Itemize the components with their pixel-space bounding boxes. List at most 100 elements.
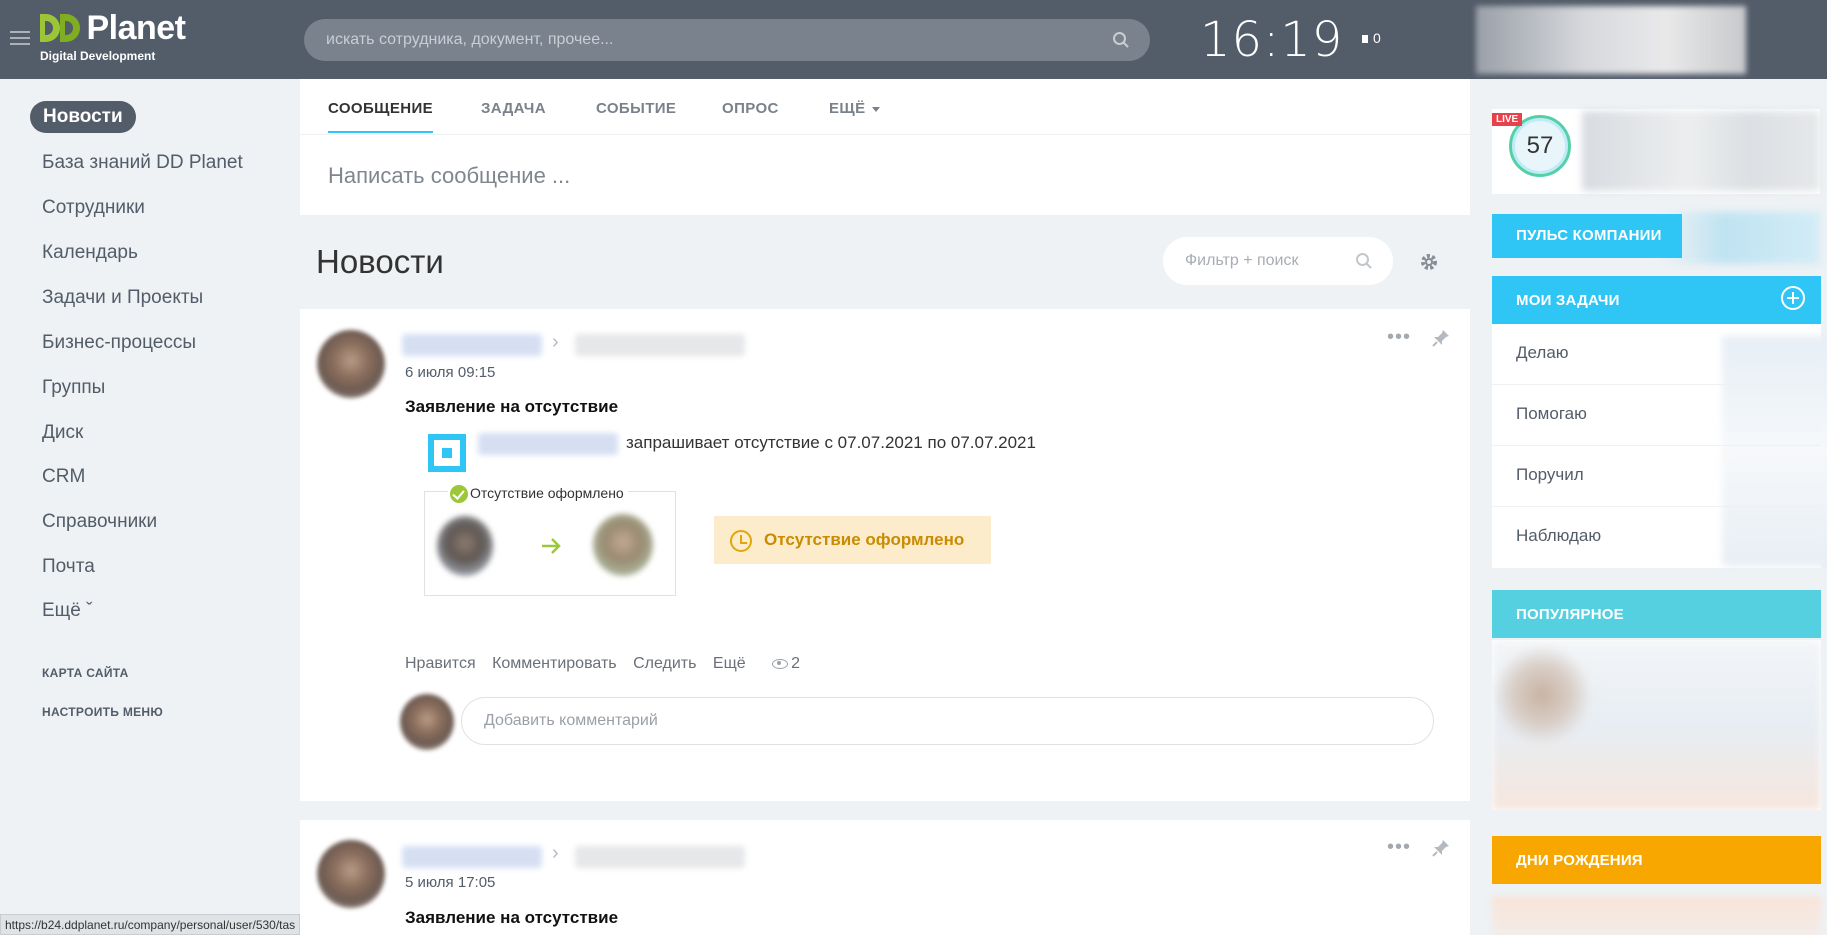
menu-item-calendar[interactable]: Календарь xyxy=(30,236,150,270)
company-pulse-header[interactable]: ПУЛЬС КОМПАНИИ xyxy=(1492,214,1682,258)
menu-item-news[interactable]: Новости xyxy=(30,101,136,133)
post-title: Заявление на отсутствие xyxy=(405,908,619,927)
more-link[interactable]: Ещё xyxy=(713,655,746,672)
global-search[interactable] xyxy=(304,19,1150,61)
browser-status-url: https://b24.ddplanet.ru/company/personal… xyxy=(0,914,300,935)
author-name-blurred[interactable] xyxy=(402,846,542,868)
clock-icon xyxy=(730,530,752,552)
chevron-right-icon: › xyxy=(552,331,559,353)
check-icon xyxy=(450,485,468,503)
task-item-assigned[interactable]: Поручил xyxy=(1492,446,1821,507)
post-date[interactable]: 5 июля 17:05 xyxy=(405,874,495,891)
recipient-blurred[interactable] xyxy=(575,846,745,868)
popular-content[interactable] xyxy=(1492,640,1821,810)
flag-icon xyxy=(1362,35,1368,43)
menu-item-more[interactable]: Ещё ˇ xyxy=(30,594,104,628)
live-content-blurred xyxy=(1582,111,1820,191)
arrow-right-icon xyxy=(542,538,561,554)
company-logo[interactable]: Planet Digital Development xyxy=(40,9,186,63)
like-link[interactable]: Нравится xyxy=(405,655,476,672)
configure-menu-link[interactable]: НАСТРОИТЬ МЕНЮ xyxy=(42,705,163,719)
birthdays-header[interactable]: ДНИ РОЖДЕНИЯ xyxy=(1492,836,1821,884)
clock-time[interactable]: 16:19 xyxy=(1200,12,1343,68)
absence-request-icon xyxy=(428,434,466,472)
menu-item-business-processes[interactable]: Бизнес-процессы xyxy=(30,326,208,360)
menu-item-crm[interactable]: CRM xyxy=(30,460,97,494)
approver-avatar[interactable] xyxy=(593,514,653,576)
global-search-input[interactable] xyxy=(326,19,1086,61)
menu-item-disk[interactable]: Диск xyxy=(30,416,95,450)
my-tasks-header[interactable]: МОИ ЗАДАЧИ xyxy=(1492,276,1821,324)
post-title: Заявление на отсутствие xyxy=(405,397,619,416)
logo-word: Planet xyxy=(86,9,186,47)
flag-count: 0 xyxy=(1373,30,1381,46)
author-name-blurred[interactable] xyxy=(402,334,542,356)
pin-icon[interactable] xyxy=(1432,329,1450,347)
views-count: 2 xyxy=(791,655,800,672)
left-menu: Новости База знаний DD Planet Сотрудники… xyxy=(0,79,300,935)
status-badge: Отсутствие оформлено xyxy=(714,516,991,564)
task-item-helping[interactable]: Помогаю xyxy=(1492,385,1821,446)
message-input[interactable]: Написать сообщение ... xyxy=(328,163,570,189)
logo-subtitle: Digital Development xyxy=(40,49,156,63)
tab-event[interactable]: СОБЫТИЕ xyxy=(596,100,676,131)
menu-item-tasks-projects[interactable]: Задачи и Проекты xyxy=(30,281,215,315)
user-profile-blurred[interactable] xyxy=(1476,6,1746,74)
gear-icon[interactable] xyxy=(1418,251,1440,273)
request-text: запрашивает отсутствие с 07.07.2021 по 0… xyxy=(626,433,1036,452)
tab-message[interactable]: СООБЩЕНИЕ xyxy=(328,100,434,133)
tab-more-label: ЕЩЁ xyxy=(829,100,866,117)
chevron-down-icon xyxy=(871,106,880,112)
pin-icon[interactable] xyxy=(1432,839,1450,857)
feed-filter[interactable] xyxy=(1163,237,1393,285)
menu-item-mail[interactable]: Почта xyxy=(30,550,107,584)
requester-name-blurred[interactable] xyxy=(478,433,618,455)
filter-search-input[interactable] xyxy=(1185,237,1345,285)
right-sidebar: 57 LIVE ПУЛЬС КОМПАНИИ МОИ ЗАДАЧИ Делаю … xyxy=(1470,79,1827,935)
page-title: Новости xyxy=(316,243,444,280)
approval-label: Отсутствие оформлено xyxy=(448,485,628,501)
menu-item-knowledge-base[interactable]: База знаний DD Planet xyxy=(30,146,255,180)
birthdays-content-blurred[interactable] xyxy=(1492,896,1821,935)
comment-input[interactable] xyxy=(484,698,1384,744)
sitemap-link[interactable]: КАРТА САЙТА xyxy=(42,666,129,680)
pulse-content-blurred xyxy=(1660,212,1820,264)
add-task-icon[interactable] xyxy=(1781,286,1805,310)
status-badge-text: Отсутствие оформлено xyxy=(764,530,965,549)
search-icon[interactable] xyxy=(1355,252,1373,270)
my-tasks-title: МОИ ЗАДАЧИ xyxy=(1516,292,1620,309)
recipient-blurred[interactable] xyxy=(575,334,745,356)
flag-counter[interactable]: 0 xyxy=(1362,30,1381,46)
requester-avatar[interactable] xyxy=(437,516,493,576)
more-dots-icon[interactable]: ••• xyxy=(1387,836,1411,859)
follow-link[interactable]: Следить xyxy=(633,655,696,672)
chevron-right-icon: › xyxy=(552,842,559,864)
post-date[interactable]: 6 июля 09:15 xyxy=(405,364,495,381)
post-composer: СООБЩЕНИЕ ЗАДАЧА СОБЫТИЕ ОПРОС ЕЩЁ Напис… xyxy=(300,79,1470,215)
popular-header[interactable]: ПОПУЛЯРНОЕ xyxy=(1492,590,1821,638)
menu-item-directories[interactable]: Справочники xyxy=(30,505,169,539)
task-list: Делаю Помогаю Поручил Наблюдаю xyxy=(1492,324,1827,568)
top-header: Planet Digital Development 16:19 0 xyxy=(0,0,1827,79)
author-avatar[interactable] xyxy=(317,330,385,398)
author-avatar[interactable] xyxy=(317,840,385,908)
task-item-doing[interactable]: Делаю xyxy=(1492,324,1821,385)
menu-item-groups[interactable]: Группы xyxy=(30,371,117,405)
comment-field[interactable] xyxy=(461,697,1434,745)
tab-task[interactable]: ЗАДАЧА xyxy=(481,100,546,131)
logo-mark-icon xyxy=(40,12,82,44)
search-icon[interactable] xyxy=(1112,31,1130,49)
live-widget[interactable]: 57 LIVE xyxy=(1492,109,1820,194)
menu-burger-icon[interactable] xyxy=(10,31,30,47)
tab-more[interactable]: ЕЩЁ xyxy=(829,100,880,131)
task-item-watching[interactable]: Наблюдаю xyxy=(1492,507,1821,568)
tab-poll[interactable]: ОПРОС xyxy=(722,100,779,131)
eye-icon xyxy=(772,658,789,669)
comment-link[interactable]: Комментировать xyxy=(492,655,617,672)
post-actions: Нравится Комментировать Следить Ещё 2 xyxy=(405,655,800,673)
popular-content-blurred xyxy=(1492,640,1821,810)
live-badge: LIVE xyxy=(1492,113,1523,126)
menu-item-employees[interactable]: Сотрудники xyxy=(30,191,157,225)
more-dots-icon[interactable]: ••• xyxy=(1387,326,1411,349)
composer-tabs: СООБЩЕНИЕ ЗАДАЧА СОБЫТИЕ ОПРОС ЕЩЁ xyxy=(300,79,1470,135)
